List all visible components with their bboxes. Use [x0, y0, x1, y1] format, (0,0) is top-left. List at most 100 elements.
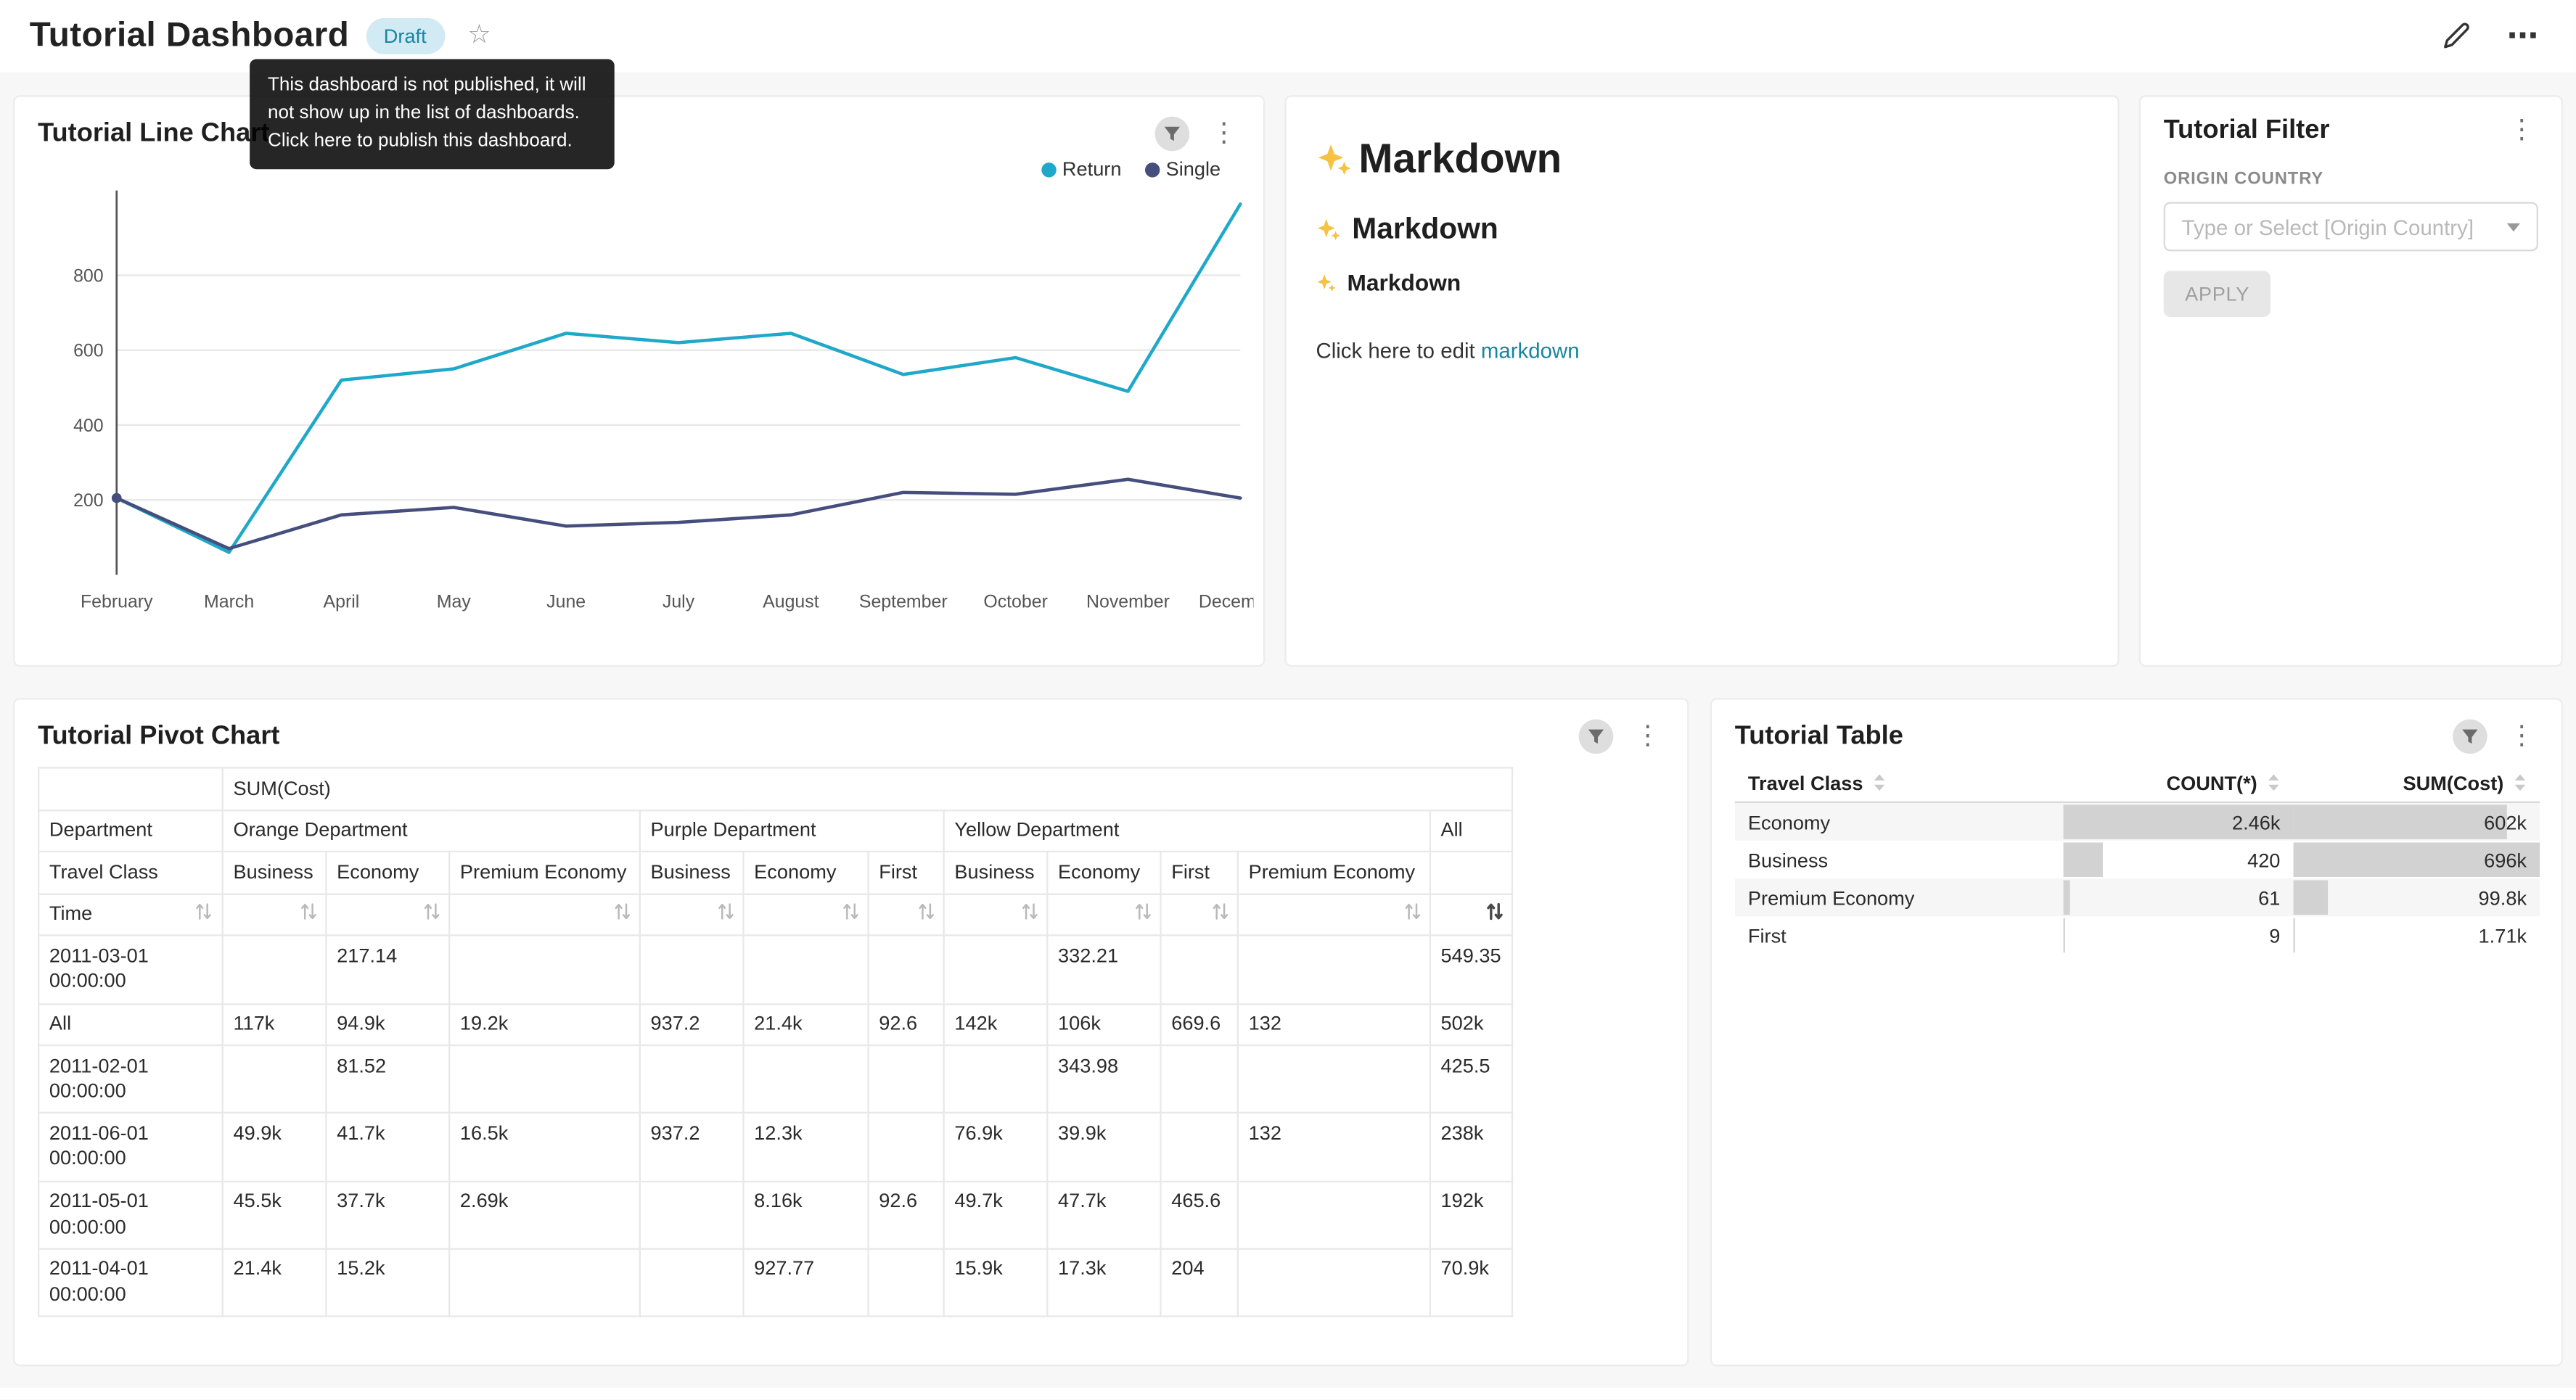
pivot-row: 2011-05-01 00:00:0045.5k37.7k2.69k8.16k9…	[38, 1181, 1511, 1248]
sort-icon[interactable]	[424, 902, 440, 922]
pivot-sort-cell	[1238, 894, 1430, 936]
x-tick-label: February	[81, 592, 153, 612]
pivot-value-cell	[743, 936, 868, 1003]
count-cell: 2.46k	[2064, 802, 2294, 841]
legend-item[interactable]: Single	[1144, 157, 1221, 181]
pivot-value-cell: 70.9k	[1430, 1248, 1512, 1316]
cell-value: 9	[2269, 924, 2280, 947]
value-bar	[2064, 842, 2103, 877]
edit-pencil-icon[interactable]	[2441, 21, 2471, 51]
pivot-value-cell: 41.7k	[326, 1113, 449, 1181]
column-header-count[interactable]: COUNT(*)	[2064, 764, 2294, 802]
markdown-heading-3-text: Markdown	[1347, 269, 1461, 295]
travel-class-cell: Premium Economy	[1735, 878, 2064, 916]
pivot-value-cell: 15.9k	[944, 1248, 1048, 1316]
pivot-value-cell	[743, 1045, 868, 1113]
data-table: Travel Class COUNT(*) SUM(Cost) Economy2…	[1735, 764, 2540, 955]
column-header-sum-cost[interactable]: SUM(Cost)	[2294, 764, 2540, 802]
pivot-value-cell: 238k	[1430, 1113, 1512, 1181]
pivot-value-cell: 49.7k	[944, 1181, 1048, 1248]
table-row: Economy2.46k602k	[1735, 802, 2540, 841]
pivot-sort-cell	[1161, 894, 1238, 936]
y-tick-label: 600	[73, 341, 104, 361]
kebab-menu-icon[interactable]: ⋮	[2506, 118, 2538, 144]
markdown-heading-1-text: Markdown	[1358, 136, 1562, 184]
sort-icon[interactable]	[300, 902, 317, 922]
select-placeholder: Type or Select [Origin Country]	[2182, 214, 2498, 239]
pivot-group-header: Orange Department	[223, 810, 640, 852]
more-menu-icon[interactable]: ⋯	[2507, 20, 2540, 52]
table-row: Business 420 696k	[1735, 841, 2540, 878]
sort-icon[interactable]	[718, 902, 734, 922]
cell-value: 61	[2258, 886, 2280, 909]
apply-button[interactable]: APPLY	[2164, 271, 2271, 317]
draft-status-badge[interactable]: Draft	[366, 18, 445, 54]
sort-icon[interactable]	[195, 902, 212, 922]
count-cell: 9	[2064, 916, 2294, 954]
sum-cost-cell: 99.8k	[2294, 878, 2540, 916]
filter-indicator-icon[interactable]	[1155, 117, 1190, 152]
value-bar	[2294, 881, 2329, 915]
sort-icon[interactable]	[1135, 902, 1152, 922]
cell-value: 420	[2247, 848, 2280, 871]
line-chart[interactable]: 200400600800FebruaryMarchAprilMayJuneJul…	[31, 184, 1253, 625]
x-tick-label: September	[859, 592, 948, 612]
kebab-menu-icon[interactable]: ⋮	[1631, 723, 1664, 749]
pivot-table: SUM(Cost)DepartmentOrange DepartmentPurp…	[38, 767, 1512, 1317]
pivot-chart-card: Tutorial Pivot Chart ⋮ SUM(Cost)Departme…	[13, 698, 1689, 1366]
pivot-value-cell: 204	[1161, 1248, 1238, 1316]
sum-cost-cell: 602k	[2294, 802, 2540, 841]
pivot-value-cell: 76.9k	[944, 1113, 1048, 1181]
pivot-sort-cell	[743, 894, 868, 936]
origin-country-select[interactable]: Type or Select [Origin Country]	[2164, 202, 2538, 251]
favorite-star-icon[interactable]: ☆	[467, 23, 491, 49]
sort-icon[interactable]	[1213, 902, 1229, 922]
pivot-sort-cell	[449, 894, 640, 936]
edit-markdown-link[interactable]: markdown	[1481, 338, 1580, 363]
x-tick-label: August	[763, 592, 819, 612]
pivot-sort-cell	[640, 894, 744, 936]
value-bar	[2064, 881, 2070, 915]
count-cell: 420	[2064, 841, 2294, 878]
dashboard-page: Tutorial Dashboard Draft ☆ ⋯ This dashbo…	[0, 0, 2576, 1399]
filter-card: Tutorial Filter ⋮ ORIGIN COUNTRY Type or…	[2139, 95, 2563, 667]
filter-card-title: Tutorial Filter	[2164, 117, 2330, 147]
sort-icon[interactable]	[842, 902, 859, 922]
column-header-label: SUM(Cost)	[2403, 771, 2503, 794]
kebab-menu-icon[interactable]: ⋮	[1207, 120, 1240, 147]
legend-item[interactable]: Return	[1041, 157, 1121, 181]
pivot-sort-cell	[1047, 894, 1160, 936]
travel-class-cell: Business	[1735, 841, 2064, 878]
pivot-column-header: Economy	[743, 852, 868, 894]
sort-icon[interactable]	[919, 902, 935, 922]
x-tick-label: May	[437, 592, 472, 612]
table-card-header: Tutorial Table ⋮	[1712, 699, 2561, 754]
cell-value: 99.8k	[2479, 886, 2527, 909]
pivot-value-cell	[223, 1045, 327, 1113]
pivot-value-cell	[640, 936, 744, 1003]
filter-indicator-icon[interactable]	[1579, 720, 1614, 754]
pivot-value-cell: 117k	[223, 1003, 327, 1045]
pivot-row: 2011-06-01 00:00:0049.9k41.7k16.5k937.21…	[38, 1113, 1511, 1181]
filter-body: ORIGIN COUNTRY Type or Select [Origin Co…	[2141, 169, 2561, 317]
column-header-travel-class[interactable]: Travel Class	[1735, 764, 2064, 802]
line-chart-card: Tutorial Line Chart ⋮ ReturnSingle 20040…	[13, 95, 1265, 667]
pivot-travel-class-label: Travel Class	[38, 852, 223, 894]
pivot-value-cell	[944, 1045, 1048, 1113]
pivot-row: 2011-02-01 00:00:0081.52343.98425.5	[38, 1045, 1511, 1113]
sort-icon[interactable]	[615, 902, 631, 922]
pivot-row-label: 2011-02-01 00:00:00	[38, 1045, 223, 1113]
kebab-menu-icon[interactable]: ⋮	[2506, 723, 2538, 749]
pivot-value-cell: 106k	[1047, 1003, 1160, 1045]
sort-desc-active-icon[interactable]	[1486, 902, 1503, 922]
x-tick-label: October	[983, 592, 1048, 612]
cell-value: 1.71k	[2479, 924, 2527, 947]
cell-value: 696k	[2484, 848, 2527, 871]
filter-indicator-icon[interactable]	[2453, 720, 2487, 754]
markdown-card: Markdown Markdown Markdown Click here to…	[1284, 95, 2119, 667]
pivot-value-cell: 549.35	[1430, 936, 1512, 1003]
sort-icon[interactable]	[1022, 902, 1038, 922]
sort-icon[interactable]	[1405, 902, 1422, 922]
column-header-label: Travel Class	[1748, 771, 1863, 794]
origin-country-label: ORIGIN COUNTRY	[2164, 169, 2538, 189]
